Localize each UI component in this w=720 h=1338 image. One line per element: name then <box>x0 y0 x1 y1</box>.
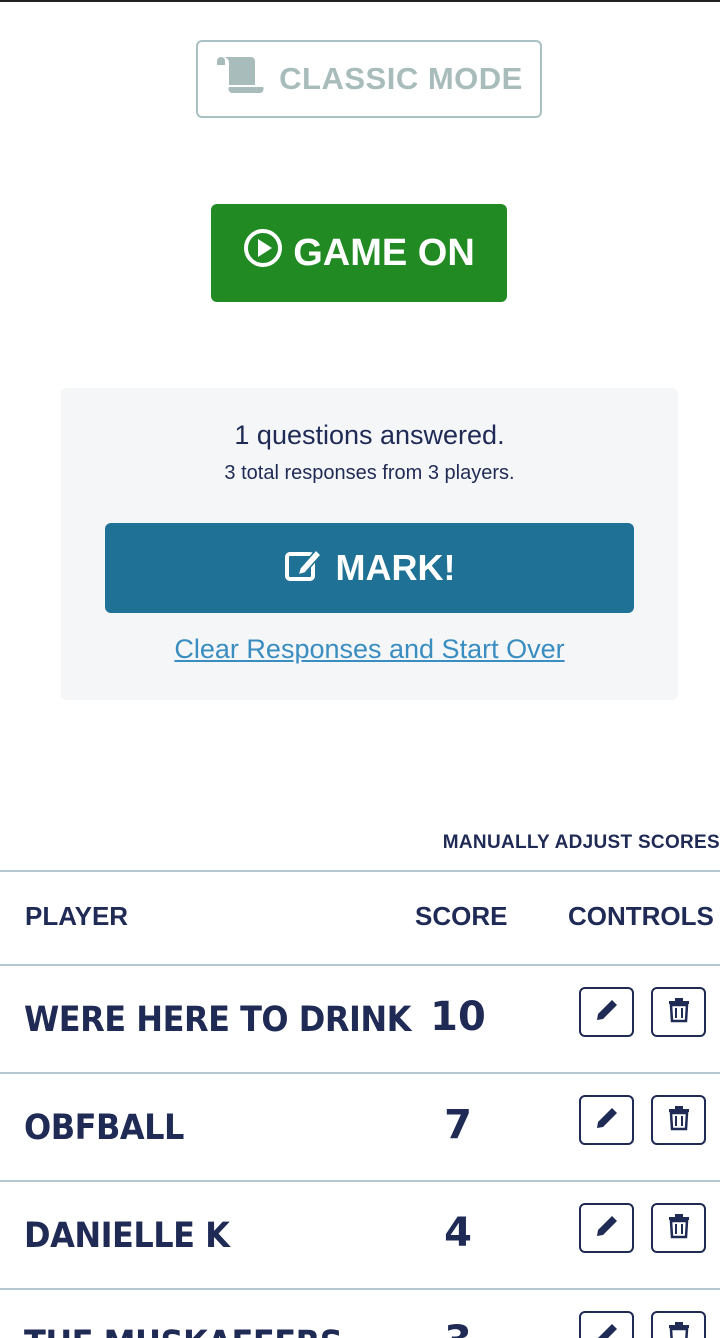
edit-score-button[interactable] <box>579 987 634 1037</box>
mark-button[interactable]: MARK! <box>105 523 634 613</box>
table-row: WERE HERE TO DRINK 10 <box>0 966 720 1072</box>
responses-summary-text: 3 total responses from 3 players. <box>224 462 515 484</box>
pencil-icon <box>593 1104 621 1137</box>
player-name: OBFBALL <box>24 1106 184 1148</box>
mark-label: MARK! <box>335 547 456 588</box>
pencil-icon <box>593 1212 621 1245</box>
column-header-player: PLAYER <box>25 901 129 931</box>
classic-mode-button[interactable]: CLASSIC MODE <box>196 40 542 118</box>
questions-answered-text: 1 questions answered. <box>234 420 505 450</box>
pencil-icon <box>593 1320 621 1338</box>
player-name: WERE HERE TO DRINK <box>24 998 411 1040</box>
scroll-icon <box>215 53 267 105</box>
delete-player-button[interactable] <box>651 1203 706 1253</box>
manually-adjust-scores-label[interactable]: MANUALLY ADJUST SCORES <box>443 832 720 854</box>
trash-icon <box>665 1104 693 1137</box>
table-row: DANIELLE K 4 <box>0 1182 720 1288</box>
column-header-score: SCORE <box>415 901 508 931</box>
player-score: 7 <box>444 1102 472 1148</box>
status-panel: 1 questions answered. 3 total responses … <box>61 388 678 700</box>
delete-player-button[interactable] <box>651 987 706 1037</box>
trash-icon <box>665 1320 693 1338</box>
game-on-label: GAME ON <box>293 231 475 274</box>
player-score: 10 <box>430 994 486 1040</box>
player-score: 4 <box>444 1210 472 1256</box>
delete-player-button[interactable] <box>651 1095 706 1145</box>
clear-responses-link[interactable]: Clear Responses and Start Over <box>61 634 678 665</box>
column-header-controls: CONTROLS <box>568 901 714 931</box>
edit-score-button[interactable] <box>579 1311 634 1338</box>
delete-player-button[interactable] <box>651 1311 706 1338</box>
trash-icon <box>665 1212 693 1245</box>
table-top-divider <box>0 870 720 872</box>
pencil-icon <box>593 996 621 1029</box>
table-row: OBFBALL 7 <box>0 1074 720 1180</box>
top-border <box>0 0 720 2</box>
player-name: THE MUSKAFEERS <box>24 1322 343 1338</box>
table-row: THE MUSKAFEERS 3 <box>0 1290 720 1338</box>
game-on-button[interactable]: GAME ON <box>211 204 507 302</box>
play-circle-icon <box>243 228 283 278</box>
player-name: DANIELLE K <box>24 1214 230 1256</box>
player-score: 3 <box>398 1318 518 1338</box>
classic-mode-label: CLASSIC MODE <box>279 61 523 96</box>
trash-icon <box>665 996 693 1029</box>
edit-icon <box>284 546 324 591</box>
edit-score-button[interactable] <box>579 1095 634 1145</box>
edit-score-button[interactable] <box>579 1203 634 1253</box>
